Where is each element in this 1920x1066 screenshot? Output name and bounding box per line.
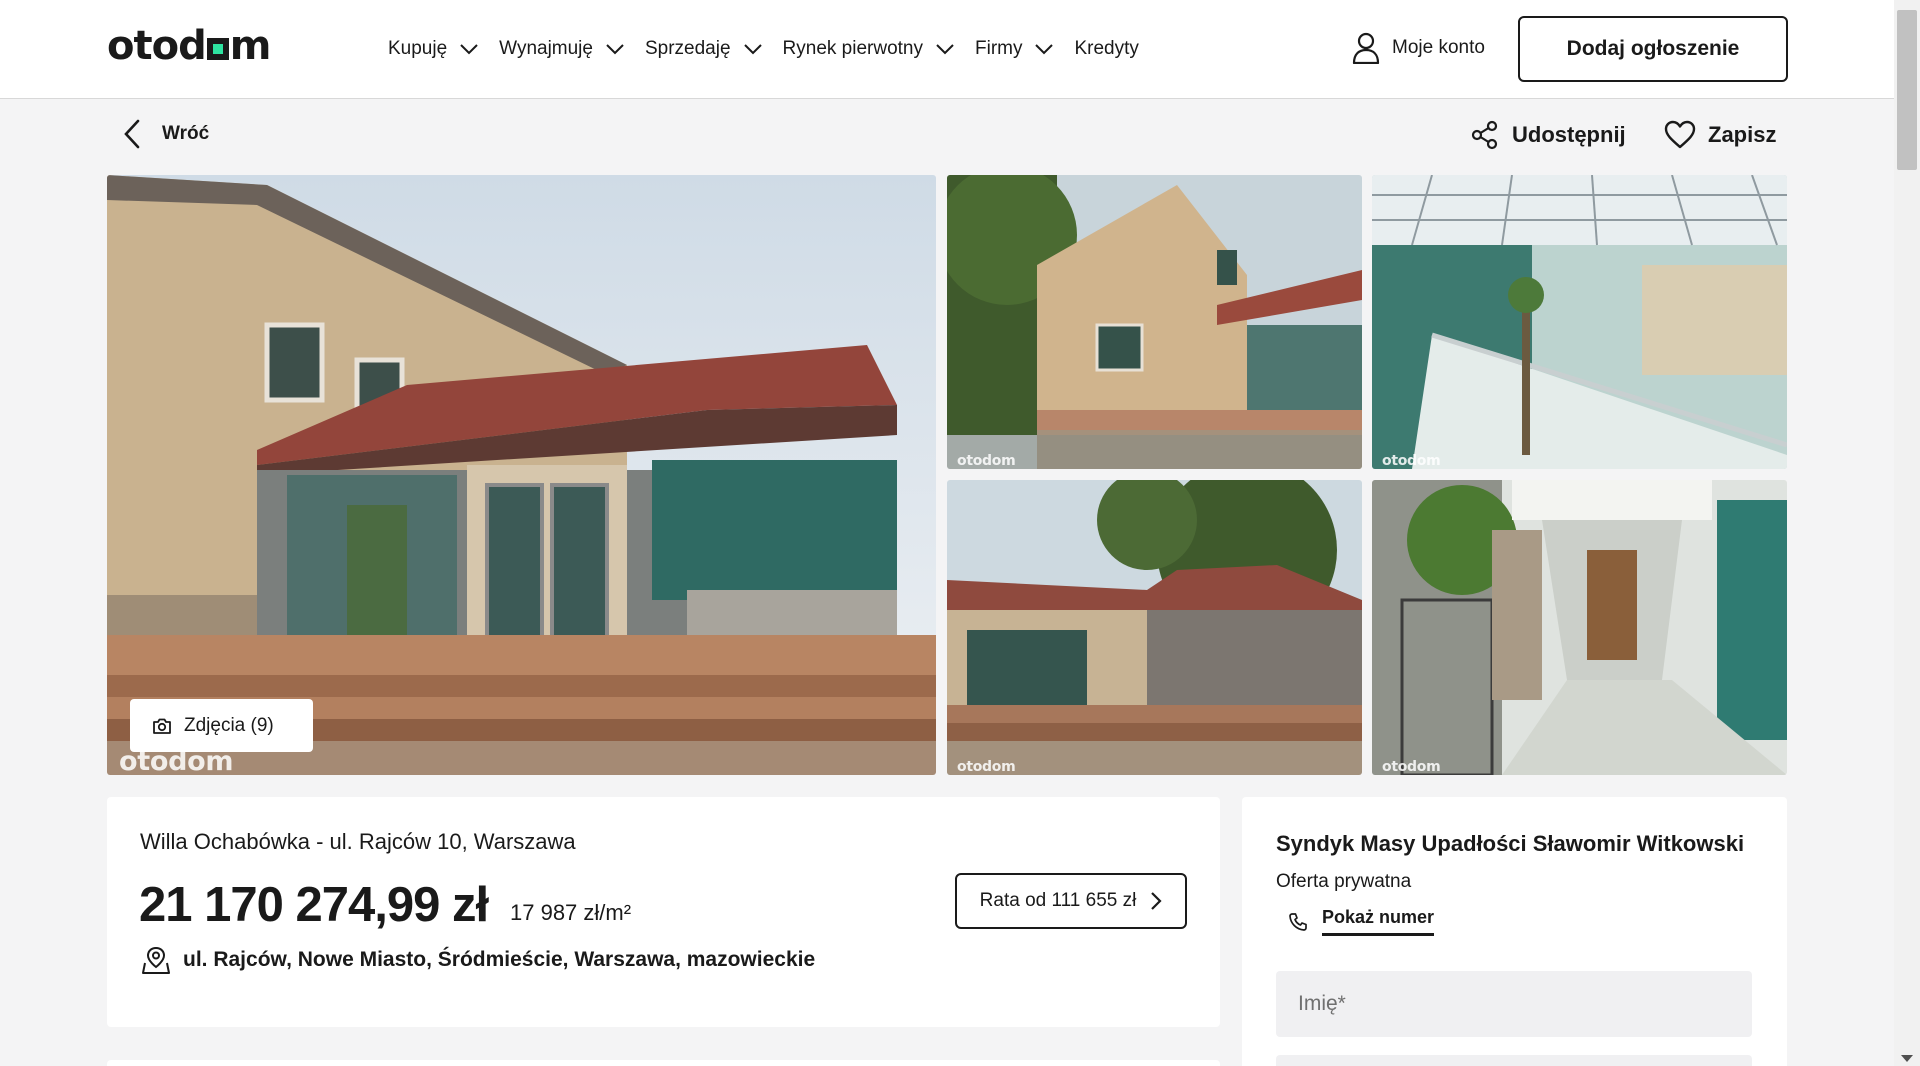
back-label: Wróć: [162, 123, 210, 144]
price-per-m2: 17 987 zł/m²: [510, 900, 632, 925]
villa-side-image: [947, 175, 1362, 469]
installment-button[interactable]: Rata od 111 655 zł: [955, 873, 1187, 929]
gallery-thumb-3[interactable]: otodom: [947, 480, 1362, 775]
gallery-thumb-2[interactable]: otodom: [1372, 175, 1787, 469]
gallery-thumb-1[interactable]: otodom: [947, 175, 1362, 469]
seller-name: Syndyk Masy Upadłości Sławomir Witkowski: [1276, 831, 1745, 856]
my-account-link[interactable]: Moje konto: [1352, 32, 1485, 64]
map-pin-icon: [142, 946, 170, 974]
main-photo[interactable]: otodom: [107, 175, 936, 775]
nav-item-kredyty[interactable]: Kredyty: [1074, 38, 1138, 60]
photo-watermark: otodom: [1382, 759, 1441, 775]
photos-count-label: Zdjęcia (9): [184, 714, 274, 736]
nav-item-label: Kupuję: [388, 38, 448, 59]
villa-back-image: [947, 480, 1362, 775]
logo-square-icon: [206, 38, 229, 60]
chevron-right-icon: [1151, 892, 1162, 910]
chevron-down-icon: [460, 44, 478, 55]
logo-text-end: m: [229, 23, 272, 69]
back-button[interactable]: Wróć: [122, 119, 209, 149]
save-label: Zapisz: [1708, 122, 1777, 147]
top-header: otod m Kupuję Wynajmuję Sprzedaję Rynek p…: [0, 0, 1894, 99]
listing-price: 21 170 274,99 zł: [139, 878, 489, 932]
chevron-down-icon: [1035, 44, 1054, 55]
photos-count-button[interactable]: Zdjęcia (9): [130, 699, 313, 752]
listing-title: Willa Ochabówka - ul. Rajców 10, Warszaw…: [140, 829, 576, 854]
listing-info-card: Willa Ochabówka - ul. Rajców 10, Warszaw…: [107, 797, 1220, 1027]
gallery-thumb-4[interactable]: otodom: [1372, 480, 1787, 775]
contact-card: Syndyk Masy Upadłości Sławomir Witkowski…: [1242, 797, 1787, 1066]
chevron-down-icon: [606, 44, 624, 55]
scroll-down-arrow-icon[interactable]: [1901, 1055, 1913, 1062]
nav-item-label: Kredyty: [1074, 38, 1139, 59]
share-icon: [1471, 120, 1498, 150]
nav-item-kupuje[interactable]: Kupuję: [388, 38, 479, 60]
heart-icon: [1664, 120, 1696, 149]
my-account-label: Moje konto: [1392, 37, 1485, 58]
nav-item-label: Firmy: [975, 38, 1023, 59]
otodom-logo[interactable]: otod m: [107, 23, 272, 69]
chevron-down-icon: [743, 44, 762, 55]
share-label: Udostępnij: [1512, 122, 1626, 147]
nav-item-wynajmuje[interactable]: Wynajmuję: [499, 38, 625, 60]
nav-item-label: Sprzedaję: [644, 38, 731, 59]
offer-type: Oferta prywatna: [1276, 871, 1412, 892]
name-field[interactable]: [1276, 971, 1752, 1037]
villa-entrance-image: [107, 175, 936, 775]
chevron-down-icon: [936, 44, 954, 55]
phone-icon: [1289, 912, 1307, 931]
show-number-label: Pokaż numer: [1322, 907, 1435, 936]
nav-item-label: Rynek pierwotny: [782, 38, 923, 59]
next-section-card: [107, 1060, 1220, 1066]
scrollbar-thumb[interactable]: [1897, 10, 1917, 170]
main-nav: Kupuję Wynajmuję Sprzedaję Rynek pierwot…: [388, 30, 1159, 68]
email-field[interactable]: [1276, 1055, 1752, 1066]
interior-corridor-image: [1372, 480, 1787, 775]
logo-text-start: otod: [107, 23, 207, 69]
nav-item-firmy[interactable]: Firmy: [975, 38, 1054, 60]
nav-item-label: Wynajmuję: [499, 38, 593, 59]
camera-icon: [153, 718, 171, 734]
photo-watermark: otodom: [1382, 453, 1441, 469]
add-listing-button[interactable]: Dodaj ogłoszenie: [1518, 16, 1788, 82]
installment-label: Rata od 111 655 zł: [979, 890, 1137, 911]
chevron-left-icon: [124, 119, 140, 149]
photo-watermark: otodom: [957, 759, 1016, 775]
save-button[interactable]: Zapisz: [1664, 120, 1776, 150]
address-text: ul. Rajców, Nowe Miasto, Śródmieście, Wa…: [183, 948, 816, 971]
atrium-staircase-image: [1372, 175, 1787, 469]
nav-item-sprzedaje[interactable]: Sprzedaję: [645, 38, 763, 60]
page-scrollbar[interactable]: [1894, 0, 1920, 1066]
photo-watermark: otodom: [957, 453, 1016, 469]
show-number-button[interactable]: Pokaż numer: [1276, 907, 1435, 936]
user-icon: [1352, 32, 1380, 64]
nav-item-rynek-pierwotny[interactable]: Rynek pierwotny: [783, 38, 955, 60]
listing-address[interactable]: ul. Rajców, Nowe Miasto, Śródmieście, Wa…: [141, 945, 815, 975]
share-button[interactable]: Udostępnij: [1470, 120, 1626, 150]
